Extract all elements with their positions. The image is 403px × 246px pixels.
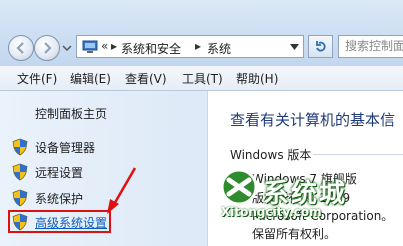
refresh-icon <box>316 41 326 52</box>
menu-help[interactable]: 帮助(H) <box>236 70 278 87</box>
windows-edition-heading: Windows 版本 <box>230 148 312 162</box>
watermark-en: Xitongcity.com <box>221 205 322 219</box>
menu-edit[interactable]: 编辑(E) <box>70 70 111 87</box>
back-button[interactable] <box>8 35 34 61</box>
uac-shield-icon <box>12 138 28 156</box>
forward-button[interactable] <box>34 35 60 61</box>
watermark: 系统城 Xitongcity.com <box>219 167 389 227</box>
system-window: « ▸ 系统和安全 ▸ 系统 搜索控制面板 文件(F) 编辑(E) 查看(V) … <box>0 0 403 246</box>
watermark-logo-icon <box>220 168 258 206</box>
recent-pages-dropdown-icon[interactable] <box>62 44 72 52</box>
breadcrumb-system[interactable]: 系统 <box>207 40 231 57</box>
breadcrumb-system-security[interactable]: 系统和安全 <box>121 40 181 57</box>
address-bar[interactable]: « ▸ 系统和安全 ▸ 系统 <box>76 35 304 58</box>
menu-file[interactable]: 文件(F) <box>17 70 57 87</box>
task-pane: 控制面板主页 设备管理器 远程设置 系统保护 高级系统设置 <box>0 91 208 246</box>
navigation-bar: « ▸ 系统和安全 ▸ 系统 搜索控制面板 <box>0 0 403 66</box>
back-arrow-icon <box>16 42 24 54</box>
task-label: 设备管理器 <box>35 141 96 155</box>
menu-tools[interactable]: 工具(T) <box>182 70 223 87</box>
page-title: 查看有关计算机的基本信 <box>230 111 396 129</box>
section-divider <box>313 154 403 155</box>
control-panel-home-link[interactable]: 控制面板主页 <box>35 105 107 122</box>
highlight-box <box>8 210 111 233</box>
forward-arrow-icon <box>44 42 52 54</box>
address-dropdown-icon[interactable] <box>290 44 299 50</box>
task-label: 远程设置 <box>35 166 84 180</box>
refresh-button[interactable] <box>308 35 333 58</box>
task-label: 系统保护 <box>35 192 84 206</box>
breadcrumb-separator-icon[interactable]: ▸ <box>111 39 117 53</box>
rights-text: 保留所有权利。 <box>252 227 337 241</box>
uac-shield-icon <box>12 163 28 181</box>
breadcrumb-separator-icon[interactable]: ▸ <box>195 39 201 53</box>
menu-bar: 文件(F) 编辑(E) 查看(V) 工具(T) 帮助(H) <box>0 66 403 91</box>
red-arrow-icon <box>107 167 137 214</box>
uac-shield-icon <box>12 189 28 207</box>
breadcrumb-overflow[interactable]: « <box>101 39 108 53</box>
search-input[interactable]: 搜索控制面板 <box>338 35 403 58</box>
menu-view[interactable]: 查看(V) <box>125 70 167 87</box>
computer-icon <box>82 40 98 53</box>
